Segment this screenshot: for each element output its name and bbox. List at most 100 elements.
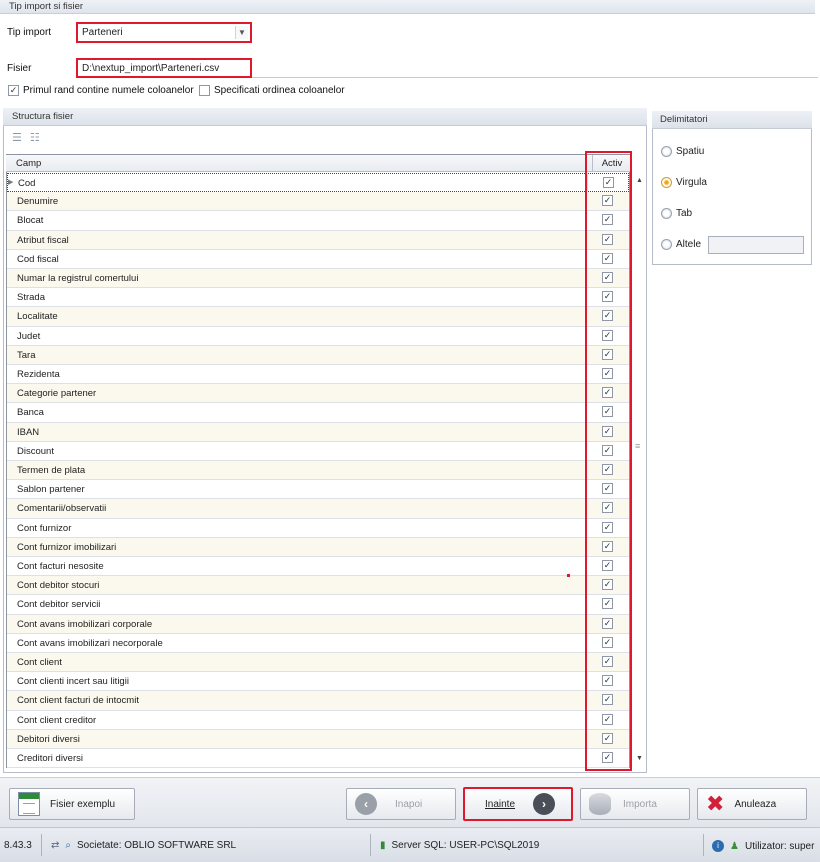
table-row[interactable]: Cont furnizor ✓ (7, 518, 629, 538)
activ-checkbox[interactable]: ✓ (602, 636, 613, 648)
table-row[interactable]: Cod ✓ (7, 173, 629, 193)
scroll-up-icon[interactable]: ▲ (634, 177, 645, 187)
table-row[interactable]: Cont clienti incert sau litigii ✓ (7, 672, 629, 692)
activ-checkbox[interactable]: ✓ (602, 444, 613, 456)
camp-cell[interactable]: Termen de plata (17, 465, 85, 476)
camp-cell[interactable]: Cont furnizor imobilizari (17, 542, 116, 553)
column-header-camp[interactable]: Camp (16, 158, 41, 169)
activ-checkbox[interactable]: ✓ (602, 310, 613, 322)
status-societate[interactable]: ⇄ ⌕ Societate: OBLIO SOFTWARE SRL (51, 840, 236, 851)
camp-cell[interactable]: Cont client facturi de intocmit (17, 695, 139, 706)
table-row[interactable]: Cod fiscal ✓ (7, 249, 629, 269)
specify-order-checkbox[interactable] (199, 85, 210, 96)
fisier-exemplu-button[interactable]: Fisier exemplu (9, 788, 135, 820)
activ-checkbox[interactable]: ✓ (602, 195, 613, 207)
activ-checkbox[interactable]: ✓ (602, 732, 613, 744)
camp-cell[interactable]: Cont client creditor (17, 715, 96, 726)
table-row[interactable]: Rezidenta ✓ (7, 365, 629, 385)
activ-checkbox[interactable]: ✓ (602, 694, 613, 706)
activ-checkbox[interactable]: ✓ (602, 233, 613, 245)
delimiter-option-altele[interactable]: Altele (661, 239, 701, 250)
table-row[interactable]: Cont facturi nesosite ✓ (7, 557, 629, 577)
activ-checkbox[interactable]: ✓ (602, 272, 613, 283)
table-row[interactable]: Atribut fiscal ✓ (7, 230, 629, 250)
table-row[interactable]: Categorie partener ✓ (7, 384, 629, 404)
activ-checkbox[interactable]: ✓ (602, 579, 613, 591)
scroll-grip-icon[interactable]: ≡ (635, 441, 640, 451)
table-row[interactable]: IBAN ✓ (7, 422, 629, 442)
specify-order-option[interactable]: Specificati ordinea coloanelor (199, 85, 345, 96)
table-row[interactable]: Banca ✓ (7, 403, 629, 423)
camp-cell[interactable]: Judet (17, 331, 40, 342)
table-row[interactable]: Cont furnizor imobilizari ✓ (7, 537, 629, 557)
camp-cell[interactable]: Denumire (17, 196, 58, 207)
first-row-names-checkbox[interactable]: ✓ (8, 85, 19, 96)
camp-cell[interactable]: Cod (18, 178, 35, 189)
activ-checkbox[interactable]: ✓ (602, 425, 613, 437)
camp-cell[interactable]: Cont avans imobilizari corporale (17, 619, 152, 630)
camp-cell[interactable]: Strada (17, 292, 45, 303)
activ-checkbox[interactable]: ✓ (602, 214, 613, 226)
collapse-all-icon[interactable]: ☷ (30, 131, 40, 144)
activ-checkbox[interactable]: ✓ (602, 752, 613, 763)
camp-cell[interactable]: Cont client (17, 657, 62, 668)
activ-checkbox[interactable]: ✓ (602, 713, 613, 725)
activ-checkbox[interactable]: ✓ (602, 291, 613, 303)
camp-cell[interactable]: Cont clienti incert sau litigii (17, 676, 129, 687)
camp-cell[interactable]: Comentarii/observatii (17, 503, 106, 514)
table-row[interactable]: Creditori diversi ✓ (7, 749, 629, 769)
table-row[interactable]: Localitate ✓ (7, 307, 629, 327)
table-row[interactable]: Debitori diversi ✓ (7, 729, 629, 749)
table-row[interactable]: Sablon partener ✓ (7, 480, 629, 500)
activ-checkbox[interactable]: ✓ (602, 348, 613, 360)
camp-cell[interactable]: Rezidenta (17, 369, 60, 380)
activ-checkbox[interactable]: ✓ (602, 387, 613, 399)
activ-checkbox[interactable]: ✓ (602, 483, 613, 495)
radio-button[interactable] (661, 177, 672, 188)
table-row[interactable]: Comentarii/observatii ✓ (7, 499, 629, 519)
fisier-input[interactable]: D:\nextup_import\Parteneri.csv (76, 58, 252, 78)
table-row[interactable]: Blocat ✓ (7, 211, 629, 231)
activ-checkbox[interactable]: ✓ (602, 656, 613, 667)
activ-checkbox[interactable]: ✓ (602, 502, 613, 514)
altele-input[interactable] (708, 236, 804, 254)
expand-all-icon[interactable]: ☰ (12, 131, 22, 144)
camp-cell[interactable]: Cont facturi nesosite (17, 561, 104, 572)
activ-checkbox[interactable]: ✓ (602, 540, 613, 552)
activ-checkbox[interactable]: ✓ (602, 329, 613, 341)
radio-button[interactable] (661, 146, 672, 157)
delimiter-option-virgula[interactable]: Virgula (661, 177, 707, 188)
anuleaza-button[interactable]: ✖ Anuleaza (697, 788, 807, 820)
table-row[interactable]: Termen de plata ✓ (7, 461, 629, 481)
table-row[interactable]: Cont debitor servicii ✓ (7, 595, 629, 615)
table-row[interactable]: Cont client ✓ (7, 653, 629, 673)
importa-button[interactable]: Importa (580, 788, 690, 820)
delimiter-option-tab[interactable]: Tab (661, 208, 692, 219)
camp-cell[interactable]: Debitori diversi (17, 734, 80, 745)
table-row[interactable]: Cont client facturi de intocmit ✓ (7, 691, 629, 711)
activ-checkbox[interactable]: ✓ (602, 521, 613, 533)
column-header-activ[interactable]: Activ (590, 158, 634, 169)
tip-import-combo[interactable]: Parteneri ▼ (76, 22, 252, 43)
status-server[interactable]: ▮ Server SQL: USER-PC\SQL2019 (380, 840, 539, 851)
inapoi-button[interactable]: ‹ Inapoi (346, 788, 456, 820)
table-row[interactable]: Numar la registrul comertului ✓ (7, 269, 629, 289)
camp-cell[interactable]: Cont furnizor (17, 523, 71, 534)
camp-cell[interactable]: Cont avans imobilizari necorporale (17, 638, 163, 649)
activ-checkbox[interactable]: ✓ (602, 675, 613, 687)
camp-cell[interactable]: Atribut fiscal (17, 235, 69, 246)
activ-checkbox[interactable]: ✓ (603, 177, 614, 188)
activ-checkbox[interactable]: ✓ (602, 368, 613, 379)
activ-checkbox[interactable]: ✓ (602, 464, 613, 475)
table-row[interactable]: Tara ✓ (7, 345, 629, 365)
table-row[interactable]: Discount ✓ (7, 441, 629, 461)
camp-cell[interactable]: Tara (17, 350, 35, 361)
delimiter-option-spatiu[interactable]: Spatiu (661, 146, 704, 157)
activ-checkbox[interactable]: ✓ (602, 598, 613, 610)
activ-checkbox[interactable]: ✓ (602, 617, 613, 629)
camp-cell[interactable]: Blocat (17, 215, 43, 226)
camp-cell[interactable]: Discount (17, 446, 54, 457)
camp-cell[interactable]: Cont debitor servicii (17, 599, 100, 610)
table-row[interactable]: Cont avans imobilizari corporale ✓ (7, 614, 629, 634)
table-row[interactable]: Cont debitor stocuri ✓ (7, 576, 629, 596)
